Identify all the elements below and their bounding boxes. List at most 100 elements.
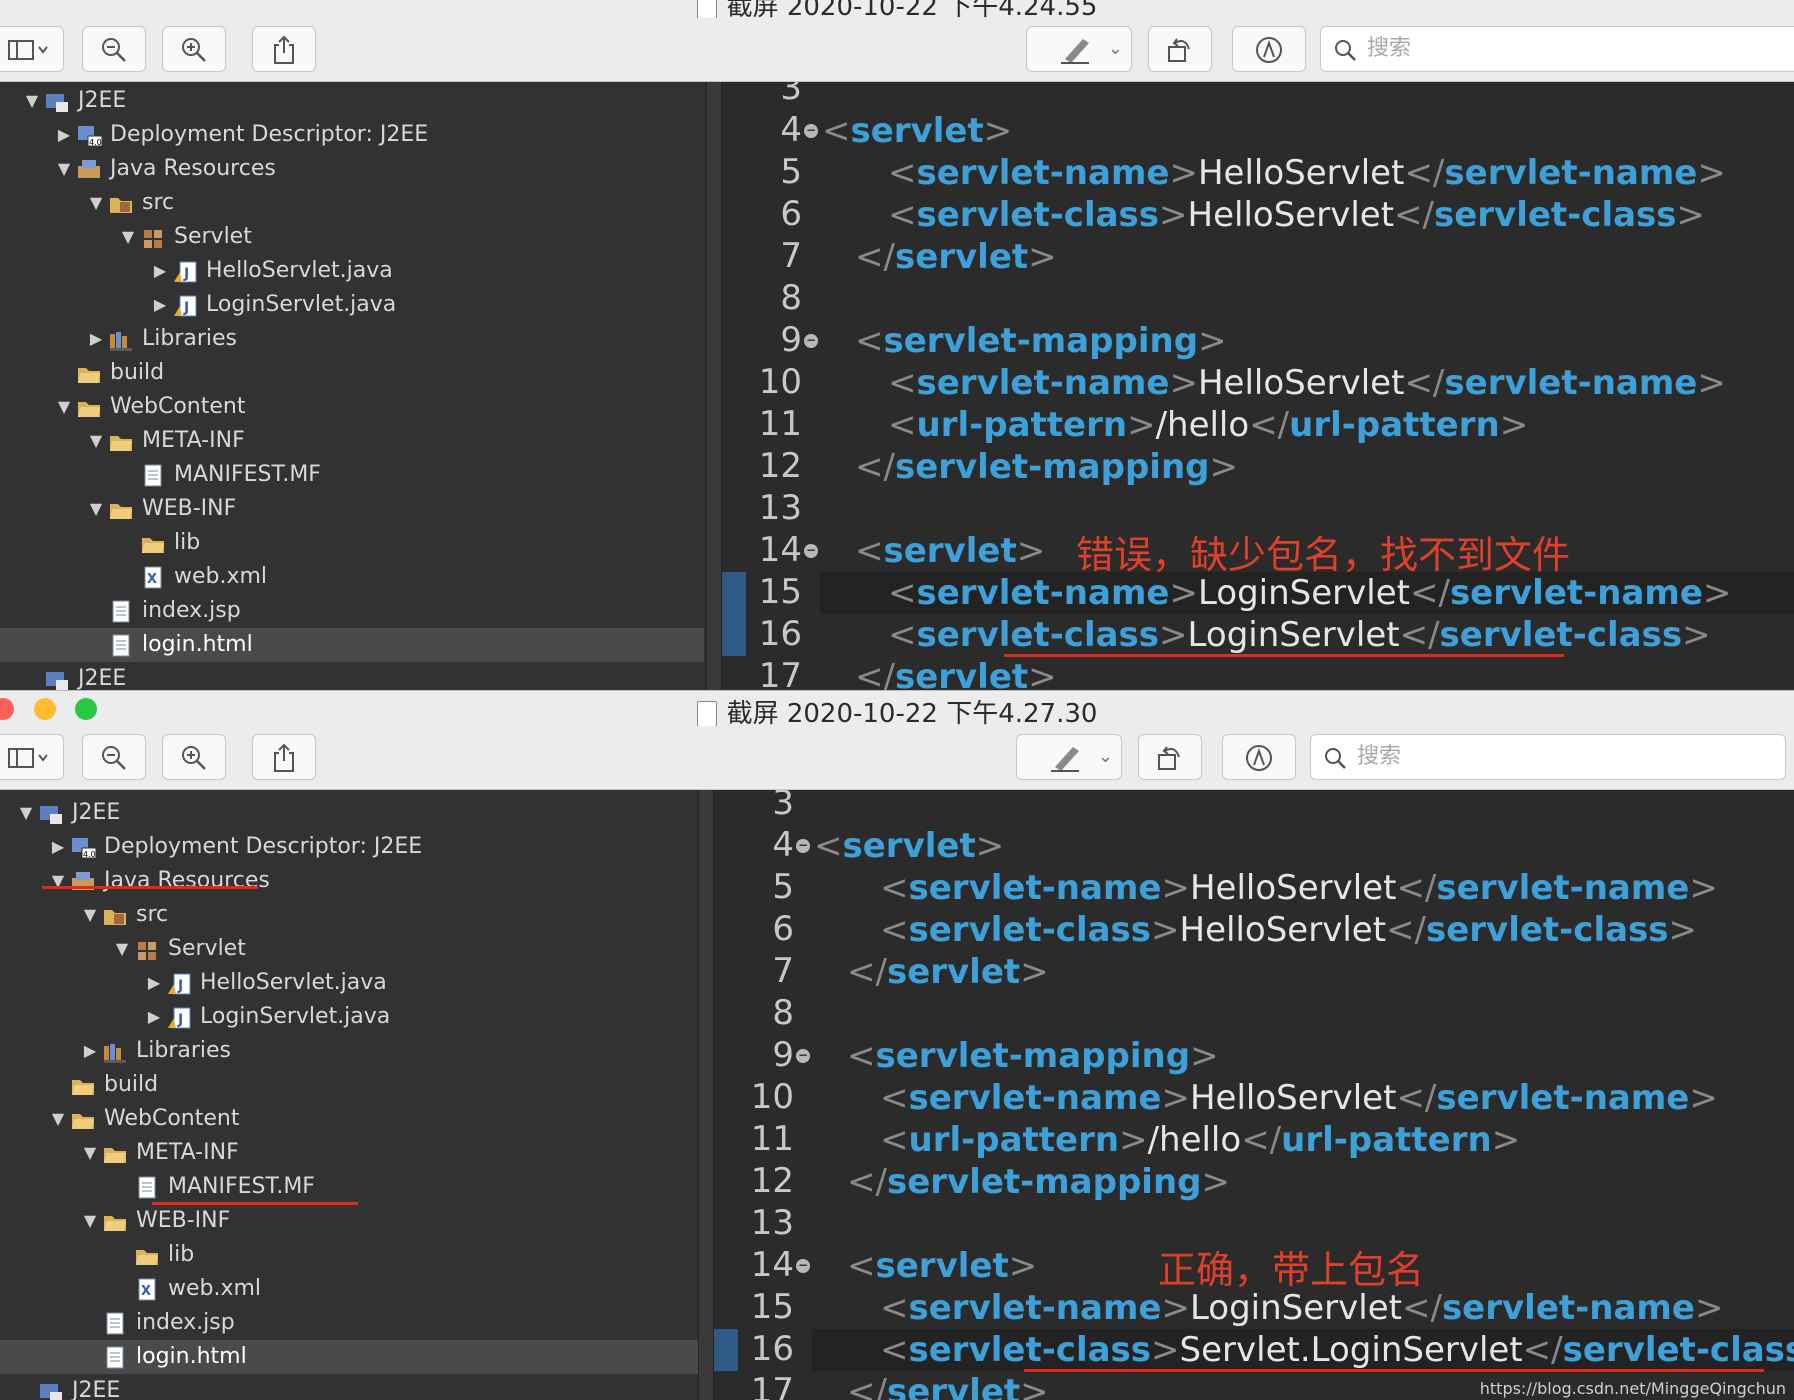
annotate-button[interactable] <box>1222 734 1296 780</box>
markup-button[interactable]: ⌄ <box>1026 26 1132 72</box>
tree-item-lib[interactable]: lib <box>0 1238 698 1272</box>
fold-collapse-icon[interactable]: − <box>804 544 818 558</box>
tree-item-hello-java[interactable]: ▶ J HelloServlet.java <box>0 254 704 288</box>
expanded-triangle-icon[interactable]: ▼ <box>114 932 130 966</box>
tree-item-hello-java[interactable]: ▶ J HelloServlet.java <box>0 966 698 1000</box>
tree-item-root[interactable]: ▼ J2EE <box>0 796 698 830</box>
tree-item-login-java[interactable]: ▶ J LoginServlet.java <box>0 288 704 322</box>
code-line[interactable]: <servlet-mapping> <box>847 1035 1219 1077</box>
collapsed-triangle-icon[interactable]: ▶ <box>146 1000 162 1034</box>
tree-item-next-root[interactable]: J2EE <box>0 1374 698 1400</box>
code-line[interactable]: <servlet-class>HelloServlet</servlet-cla… <box>888 194 1705 236</box>
tree-item-deployment[interactable]: ▶ 4.0 Deployment Descriptor: J2EE <box>0 830 698 864</box>
code-line[interactable]: <servlet-class>LoginServlet</servlet-cla… <box>888 614 1711 656</box>
tree-item-build[interactable]: build <box>0 1068 698 1102</box>
sidebar-toggle-button[interactable] <box>0 26 64 72</box>
annotate-button[interactable] <box>1232 26 1306 72</box>
tree-item-servlet-pkg[interactable]: ▼ Servlet <box>0 932 698 966</box>
markup-button[interactable]: ⌄ <box>1016 734 1122 780</box>
tree-item-libraries[interactable]: ▶ Libraries <box>0 322 704 356</box>
code-line[interactable]: <servlet> <box>814 825 1004 867</box>
tree-item-webcontent[interactable]: ▼ WebContent <box>0 1102 698 1136</box>
code-line[interactable]: <url-pattern>/hello</url-pattern> <box>888 404 1528 446</box>
expanded-triangle-icon[interactable]: ▼ <box>88 424 104 458</box>
chevron-down-icon[interactable]: ⌄ <box>1108 27 1123 71</box>
tree-item-web-xml[interactable]: Xweb.xml <box>0 560 704 594</box>
tree-item-webcontent[interactable]: ▼ WebContent <box>0 390 704 424</box>
search-field[interactable]: 搜索 <box>1320 26 1794 72</box>
tree-item-web-inf[interactable]: ▼ WEB-INF <box>0 1204 698 1238</box>
expanded-triangle-icon[interactable]: ▼ <box>82 898 98 932</box>
tree-item-src[interactable]: ▼ src <box>0 186 704 220</box>
expanded-triangle-icon[interactable]: ▼ <box>82 1204 98 1238</box>
tree-item-login-html[interactable]: login.html <box>0 628 704 662</box>
collapsed-triangle-icon[interactable]: ▶ <box>146 966 162 1000</box>
expanded-triangle-icon[interactable]: ▼ <box>56 152 72 186</box>
share-button[interactable] <box>252 26 316 72</box>
zoom-out-button[interactable] <box>82 734 146 780</box>
collapsed-triangle-icon[interactable]: ▶ <box>50 830 66 864</box>
tree-item-manifest[interactable]: MANIFEST.MF <box>0 1170 698 1204</box>
xml-editor[interactable]: 3 4−5 6 7 8 9−10 11 12 13 14−15 16 17 <servlet> <ser… <box>722 82 1794 690</box>
code-line[interactable]: </servlet> <box>847 951 1049 993</box>
tree-item-manifest[interactable]: MANIFEST.MF <box>0 458 704 492</box>
tree-item-login-java[interactable]: ▶ J LoginServlet.java <box>0 1000 698 1034</box>
zoom-in-button[interactable] <box>162 734 226 780</box>
collapsed-triangle-icon[interactable]: ▶ <box>82 1034 98 1068</box>
code-line[interactable]: <servlet> <box>847 1245 1037 1287</box>
tree-item-servlet-pkg[interactable]: ▼ Servlet <box>0 220 704 254</box>
expanded-triangle-icon[interactable]: ▼ <box>120 220 136 254</box>
code-line[interactable]: </servlet> <box>855 656 1057 690</box>
code-line[interactable]: </servlet> <box>855 236 1057 278</box>
code-line[interactable]: <servlet-class>HelloServlet</servlet-cla… <box>880 909 1697 951</box>
code-line[interactable]: <url-pattern>/hello</url-pattern> <box>880 1119 1520 1161</box>
zoom-in-button[interactable] <box>162 26 226 72</box>
code-line[interactable]: <servlet-name>HelloServlet</servlet-name… <box>880 867 1718 909</box>
fold-collapse-icon[interactable]: − <box>804 334 818 348</box>
tree-item-libraries[interactable]: ▶ Libraries <box>0 1034 698 1068</box>
fold-collapse-icon[interactable]: − <box>796 839 810 853</box>
fold-collapse-icon[interactable]: − <box>796 1259 810 1273</box>
chevron-down-icon[interactable]: ⌄ <box>1098 735 1113 779</box>
code-line[interactable]: <servlet-name>HelloServlet</servlet-name… <box>888 152 1726 194</box>
tree-item-index-jsp[interactable]: index.jsp <box>0 1306 698 1340</box>
tree-item-web-xml[interactable]: Xweb.xml <box>0 1272 698 1306</box>
code-line[interactable]: </servlet> <box>847 1371 1049 1400</box>
expanded-triangle-icon[interactable]: ▼ <box>50 1102 66 1136</box>
code-line[interactable]: <servlet-name>HelloServlet</servlet-name… <box>880 1077 1718 1119</box>
tree-item-deployment[interactable]: ▶ 4.0 Deployment Descriptor: J2EE <box>0 118 704 152</box>
tree-item-web-inf[interactable]: ▼ WEB-INF <box>0 492 704 526</box>
tree-item-meta-inf[interactable]: ▼ META-INF <box>0 424 704 458</box>
code-line[interactable]: <servlet> <box>822 110 1012 152</box>
tree-item-index-jsp[interactable]: index.jsp <box>0 594 704 628</box>
tree-item-src[interactable]: ▼ src <box>0 898 698 932</box>
collapsed-triangle-icon[interactable]: ▶ <box>152 288 168 322</box>
code-line[interactable]: <servlet> <box>855 530 1045 572</box>
expanded-triangle-icon[interactable]: ▼ <box>18 796 34 830</box>
expanded-triangle-icon[interactable]: ▼ <box>24 84 40 118</box>
expanded-triangle-icon[interactable]: ▼ <box>88 492 104 526</box>
search-field[interactable]: 搜索 <box>1310 734 1786 780</box>
code-line[interactable]: <servlet-class>Servlet.LoginServlet</ser… <box>880 1329 1794 1371</box>
expanded-triangle-icon[interactable]: ▼ <box>50 864 66 898</box>
expanded-triangle-icon[interactable]: ▼ <box>82 1136 98 1170</box>
tree-item-java-resources[interactable]: ▼ Java Resources <box>0 864 698 898</box>
pane-divider[interactable] <box>706 82 722 690</box>
expanded-triangle-icon[interactable]: ▼ <box>88 186 104 220</box>
expanded-triangle-icon[interactable]: ▼ <box>56 390 72 424</box>
tree-item-java-resources[interactable]: ▼ Java Resources <box>0 152 704 186</box>
xml-editor[interactable]: 3 4−5 6 7 8 9−10 11 12 13 14−15 16 17 <servlet> <ser… <box>714 790 1794 1400</box>
rotate-button[interactable] <box>1138 734 1202 780</box>
collapsed-triangle-icon[interactable]: ▶ <box>88 322 104 356</box>
code-line[interactable]: </servlet-mapping> <box>855 446 1238 488</box>
tree-item-root[interactable]: ▼ J2EE <box>0 84 704 118</box>
tree-item-meta-inf[interactable]: ▼ META-INF <box>0 1136 698 1170</box>
code-line[interactable]: <servlet-mapping> <box>855 320 1227 362</box>
rotate-button[interactable] <box>1148 26 1212 72</box>
collapsed-triangle-icon[interactable]: ▶ <box>152 254 168 288</box>
tree-item-lib[interactable]: lib <box>0 526 704 560</box>
sidebar-toggle-button[interactable] <box>0 734 64 780</box>
share-button[interactable] <box>252 734 316 780</box>
pane-divider[interactable] <box>698 790 714 1400</box>
zoom-out-button[interactable] <box>82 26 146 72</box>
